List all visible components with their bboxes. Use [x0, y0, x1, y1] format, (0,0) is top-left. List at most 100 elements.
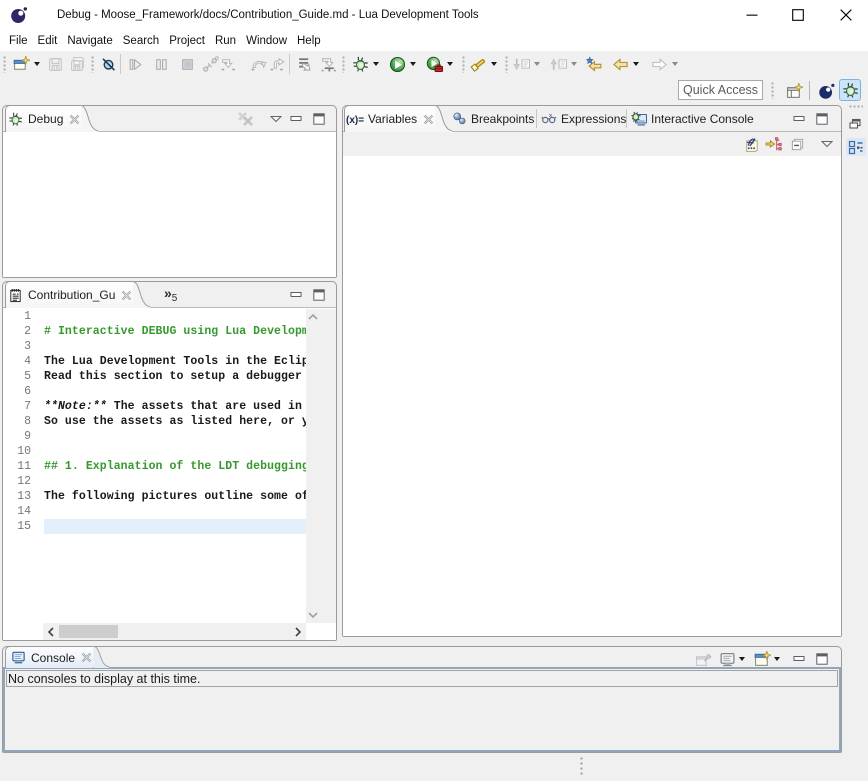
tab-console[interactable]: Console: [5, 646, 93, 668]
editor-horizontal-scrollbar[interactable]: [43, 623, 306, 640]
close-tab-icon[interactable]: [69, 114, 80, 125]
toolbar-drag-handle[interactable]: [342, 56, 346, 73]
scroll-down-arrow[interactable]: [308, 612, 318, 618]
outline-view-button[interactable]: [846, 138, 866, 156]
toolbar-drag-handle[interactable]: [505, 56, 509, 73]
minimize-view-button[interactable]: [290, 286, 302, 304]
editor-line-2[interactable]: # Interactive DEBUG using Lua Developme: [44, 324, 308, 339]
perspective-bar-handle[interactable]: [771, 82, 775, 99]
new-wizard-button[interactable]: [11, 53, 42, 75]
maximize-view-button[interactable]: [816, 110, 828, 128]
menu-window[interactable]: Window: [241, 33, 292, 49]
external-tools-button[interactable]: [424, 53, 455, 75]
restore-views-button[interactable]: [847, 115, 865, 131]
window-close-button[interactable]: [823, 0, 868, 30]
menu-project[interactable]: Project: [164, 33, 210, 49]
toolbar-drag-handle[interactable]: [91, 56, 95, 73]
window-maximize-button[interactable]: [775, 0, 821, 30]
editor-line-12[interactable]: [44, 474, 308, 489]
menu-file[interactable]: File: [4, 33, 33, 49]
save-button[interactable]: [45, 53, 66, 75]
forward-dropdown-arrow[interactable]: [672, 62, 678, 66]
editor-line-4[interactable]: The Lua Development Tools in the Eclips: [44, 354, 308, 369]
editor-line-7[interactable]: **Note:** The assets that are used in t: [44, 399, 308, 414]
maximize-view-button[interactable]: [313, 110, 325, 128]
step-over-button[interactable]: [248, 53, 269, 75]
editor-line-9[interactable]: [44, 429, 308, 444]
terminate-button[interactable]: [177, 53, 198, 75]
tab-contribution-guide[interactable]: Contribution_Gu: [5, 281, 133, 308]
tab-breakpoints[interactable]: Breakpoints: [448, 106, 538, 131]
editor-line-8[interactable]: So use the assets as listed here, or yo: [44, 414, 308, 429]
toolbar-drag-handle[interactable]: [3, 56, 7, 73]
back-button[interactable]: [610, 53, 641, 75]
menu-help[interactable]: Help: [292, 33, 326, 49]
debug-button[interactable]: [350, 53, 381, 75]
variables-view-content[interactable]: [343, 156, 841, 636]
editor-line-13[interactable]: The following pictures outline some of: [44, 489, 308, 504]
scroll-right-arrow[interactable]: [295, 627, 301, 637]
editor-line-15[interactable]: [44, 519, 308, 534]
overview-ruler[interactable]: [321, 309, 336, 623]
resume-button[interactable]: [125, 53, 146, 75]
search-dropdown-arrow[interactable]: [491, 62, 497, 66]
use-step-filters-button[interactable]: [295, 53, 316, 75]
editor-line-10[interactable]: [44, 444, 308, 459]
suspend-button[interactable]: [151, 53, 172, 75]
debug-perspective-button[interactable]: [839, 79, 861, 101]
editor-line-5[interactable]: Read this section to setup a debugger i: [44, 369, 308, 384]
tab-variables[interactable]: Variables: [344, 105, 435, 132]
debug-view-content[interactable]: [3, 132, 336, 277]
show-logical-structure-button[interactable]: [765, 135, 782, 153]
collapse-all-button[interactable]: [790, 135, 805, 153]
open-console-button[interactable]: [754, 650, 771, 668]
previous-annotation-button[interactable]: [548, 53, 579, 75]
remove-all-terminated-button[interactable]: [237, 110, 255, 128]
window-minimize-button[interactable]: [729, 0, 775, 30]
skip-all-breakpoints-button[interactable]: [98, 53, 119, 75]
maximize-view-button[interactable]: [313, 286, 325, 304]
display-console-dropdown-arrow[interactable]: [739, 657, 745, 661]
menu-search[interactable]: Search: [118, 33, 164, 49]
open-console-dropdown-arrow[interactable]: [774, 657, 780, 661]
close-tab-icon[interactable]: [423, 114, 434, 125]
editor-line-1[interactable]: [44, 309, 308, 324]
close-tab-icon[interactable]: [121, 290, 132, 301]
back-dropdown-arrow[interactable]: [633, 62, 639, 66]
external-tools-dropdown-arrow[interactable]: [447, 62, 453, 66]
new-wizard-dropdown-arrow[interactable]: [34, 62, 40, 66]
next-annotation-dropdown-arrow[interactable]: [534, 62, 540, 66]
forward-button[interactable]: [649, 53, 680, 75]
tab-interactive-console[interactable]: Interactive Console: [627, 106, 758, 131]
quick-access-input[interactable]: [678, 80, 763, 100]
last-edit-location-button[interactable]: [584, 53, 605, 75]
save-all-button[interactable]: [67, 53, 88, 75]
display-selected-console-button[interactable]: [719, 650, 736, 668]
titlebar[interactable]: Debug - Moose_Framework/docs/Contributio…: [0, 0, 868, 30]
editor-line-11[interactable]: ## 1. Explanation of the LDT debugging: [44, 459, 308, 474]
lua-perspective-button[interactable]: [815, 80, 837, 102]
open-perspective-button[interactable]: [783, 80, 805, 102]
drop-to-frame-button[interactable]: [318, 53, 339, 75]
minimize-view-button[interactable]: [290, 110, 302, 128]
maximize-view-button[interactable]: [816, 650, 828, 668]
run-button[interactable]: [387, 53, 418, 75]
statusbar-drag-handle[interactable]: [580, 757, 583, 776]
scroll-up-arrow[interactable]: [308, 314, 318, 320]
view-menu-button[interactable]: [821, 135, 833, 153]
console-content[interactable]: No consoles to display at this time.: [3, 667, 841, 752]
editor-line-14[interactable]: [44, 504, 308, 519]
strip-drag-handle[interactable]: [849, 105, 863, 109]
hidden-editors-chevron[interactable]: »5: [164, 285, 177, 304]
show-type-names-button[interactable]: [744, 135, 761, 153]
tab-expressions[interactable]: Expressions: [537, 106, 630, 131]
menu-edit[interactable]: Edit: [33, 33, 63, 49]
minimize-view-button[interactable]: [793, 110, 805, 128]
debug-dropdown-arrow[interactable]: [373, 62, 379, 66]
toolbar-drag-handle[interactable]: [462, 56, 466, 73]
previous-annotation-dropdown-arrow[interactable]: [571, 62, 577, 66]
step-return-button[interactable]: [267, 53, 288, 75]
scroll-left-arrow[interactable]: [48, 627, 54, 637]
menu-run[interactable]: Run: [210, 33, 241, 49]
tab-debug-view[interactable]: Debug: [5, 105, 81, 132]
